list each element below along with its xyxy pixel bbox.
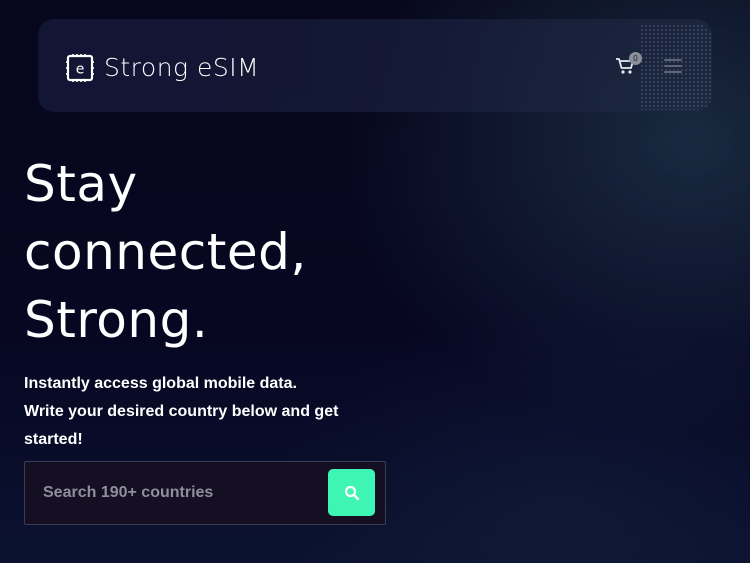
esim-chip-icon: e [66,53,94,82]
hero-title: Stay connected, Strong. [24,150,404,354]
hamburger-menu-icon[interactable] [664,59,682,73]
country-search-input[interactable] [25,462,325,524]
hero-title-line: Strong. [24,291,209,349]
cart-count-badge: 0 [629,52,642,65]
search-icon [344,485,359,500]
brand-logo-link[interactable]: e Strong eSIM [66,53,259,82]
search-button[interactable] [328,469,375,516]
page: e Strong eSIM 0 Stay connected, Strong. … [0,0,750,563]
hero-subtitle-line: Write your desired country below and get… [24,403,339,448]
menu-line [664,59,682,61]
hero-title-line: Stay [24,155,138,213]
hero-subtitle: Instantly access global mobile data. Wri… [24,370,374,454]
svg-text:e: e [76,61,85,77]
hero-subtitle-line: Instantly access global mobile data. [24,375,297,392]
menu-line [664,65,682,67]
hero-title-line: connected, [24,223,307,281]
country-search-box [24,461,386,525]
menu-line [664,71,682,73]
brand-name: Strong eSIM [104,53,260,82]
